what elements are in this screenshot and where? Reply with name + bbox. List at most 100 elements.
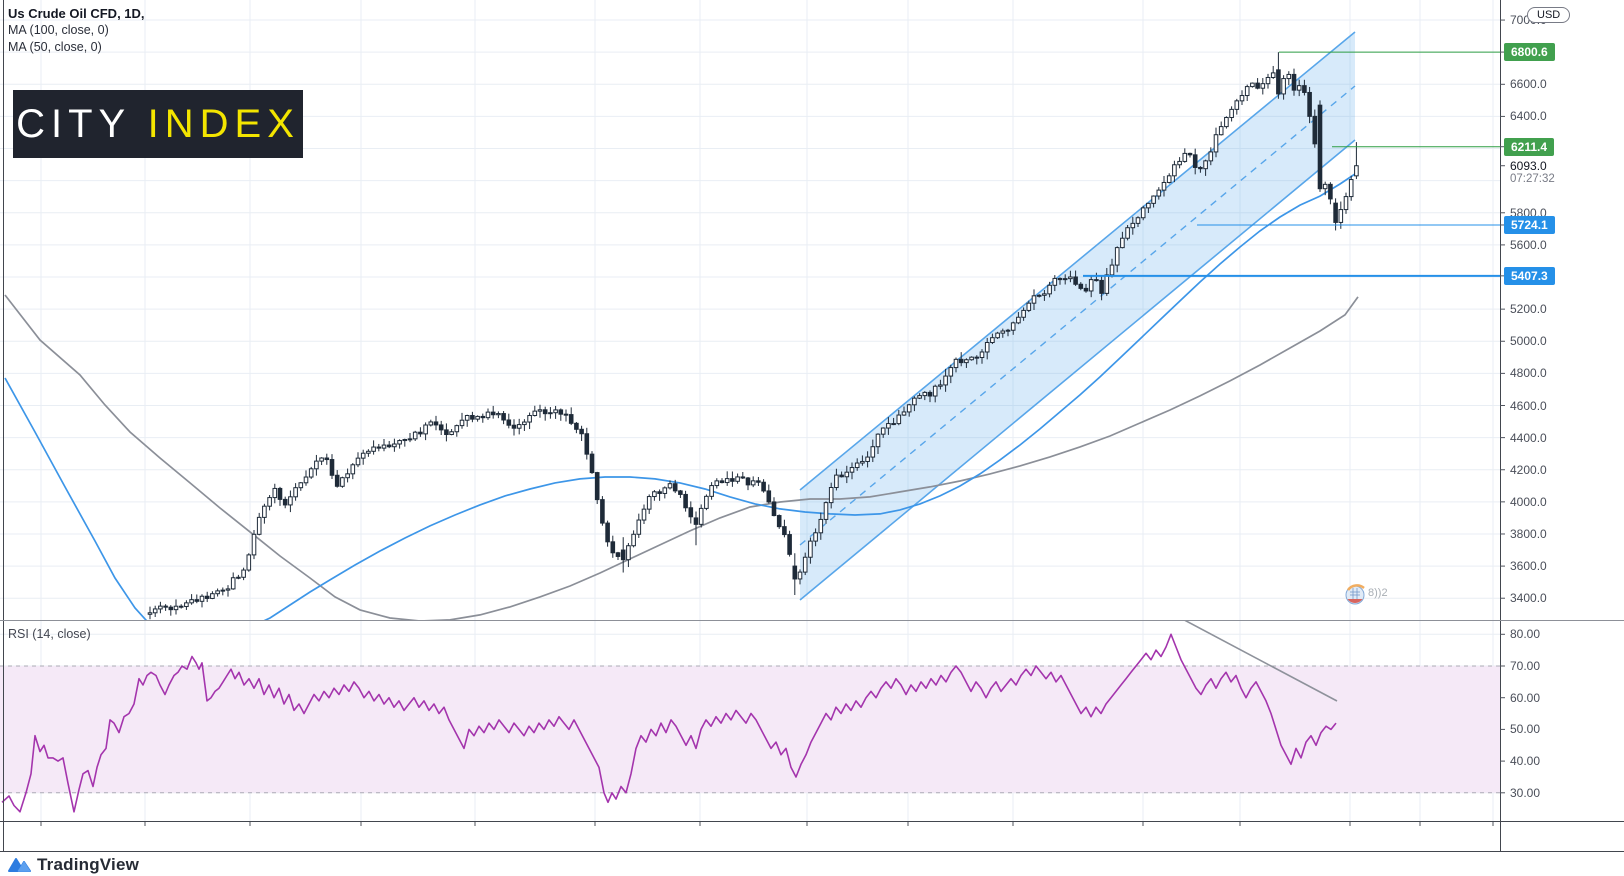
- candle-down: [377, 447, 381, 448]
- tradingview-logo[interactable]: TradingView: [8, 855, 139, 875]
- candle-up: [1069, 277, 1073, 279]
- candle-up: [398, 441, 402, 444]
- candle-up: [1136, 218, 1140, 224]
- candle-up: [450, 432, 454, 435]
- candle-down: [169, 607, 173, 609]
- candle-up: [341, 478, 345, 487]
- price-level-label[interactable]: 6800.6: [1504, 43, 1555, 61]
- candle-up: [944, 376, 948, 385]
- price-level-label[interactable]: 5407.3: [1504, 267, 1555, 285]
- tradingview-mountain-icon: [8, 856, 32, 874]
- candle-up: [819, 519, 823, 532]
- candle-up: [356, 458, 360, 465]
- candle-up: [1027, 303, 1031, 310]
- candle-up: [1219, 127, 1223, 135]
- candle-down: [694, 518, 698, 524]
- candle-down: [1058, 278, 1062, 279]
- tradingview-logo-text: TradingView: [37, 855, 139, 875]
- candle-down: [564, 414, 568, 415]
- candle-up: [486, 412, 490, 418]
- candle-up: [299, 483, 303, 488]
- candle-down: [757, 481, 761, 482]
- price-axis-label: 4600.0: [1510, 399, 1547, 413]
- candle-up: [1043, 294, 1047, 295]
- candle-down: [975, 357, 979, 358]
- candle-up: [247, 555, 251, 570]
- candle-up: [887, 424, 891, 428]
- rsi-indicator-label[interactable]: RSI (14, close): [8, 627, 91, 641]
- candle-up: [309, 469, 313, 477]
- candle-up: [1355, 166, 1359, 176]
- candle-down: [772, 502, 776, 516]
- candle-up: [257, 517, 261, 534]
- price-axis-label: 4800.0: [1510, 366, 1547, 380]
- candle-up: [814, 533, 818, 541]
- candle-up: [835, 475, 839, 487]
- candle-up: [949, 368, 953, 376]
- candle-up: [465, 415, 469, 420]
- candle-down: [783, 527, 787, 535]
- candle-up: [320, 458, 324, 461]
- candle-down: [590, 454, 594, 472]
- price-axis[interactable]: 7000.06600.06400.05800.05600.05200.05000…: [1500, 0, 1624, 821]
- candle-down: [679, 491, 683, 495]
- candle-up: [710, 486, 714, 497]
- currency-badge[interactable]: USD: [1527, 7, 1570, 23]
- price-axis-label: 5600.0: [1510, 238, 1547, 252]
- candle-down: [595, 473, 599, 500]
- city-index-logo: CITY INDEX: [13, 90, 303, 158]
- candle-up: [1178, 161, 1182, 164]
- rsi-axis-label: 30.00: [1510, 786, 1540, 800]
- rsi-axis-label: 50.00: [1510, 722, 1540, 736]
- candle-up: [1141, 208, 1145, 218]
- candle-up: [1261, 84, 1265, 89]
- candle-down: [788, 535, 792, 555]
- price-axis-label: 6400.0: [1510, 109, 1547, 123]
- candle-up: [554, 410, 558, 413]
- trend-channel[interactable]: [800, 32, 1355, 600]
- candle-up: [736, 477, 740, 481]
- time-axis[interactable]: AprMayJunJulAugSepOctNovDec2021FebMarApr…: [0, 822, 1500, 851]
- candle-down: [1313, 116, 1317, 143]
- candle-up: [803, 557, 807, 572]
- candle-up: [850, 468, 854, 473]
- candle-up: [1032, 296, 1036, 303]
- price-level-label[interactable]: 6211.4: [1504, 138, 1554, 156]
- candle-up: [200, 596, 204, 601]
- candle-down: [278, 488, 282, 499]
- candle-up: [273, 488, 277, 497]
- candle-down: [1188, 153, 1192, 154]
- candle-down: [445, 430, 449, 435]
- candle-up: [408, 439, 412, 440]
- candle-up: [289, 497, 293, 505]
- candle-up: [798, 572, 802, 579]
- indicator-ma100-label[interactable]: MA (100, close, 0): [8, 22, 145, 39]
- candle-up: [933, 386, 937, 396]
- candle-up: [965, 360, 969, 363]
- candle-up: [221, 590, 225, 591]
- candle-down: [387, 445, 391, 447]
- candle-down: [720, 481, 724, 483]
- rsi-axis-label: 70.00: [1510, 659, 1540, 673]
- indicator-ma50-label[interactable]: MA (50, close, 0): [8, 39, 145, 56]
- candle-up: [231, 578, 235, 589]
- candle-up: [1271, 73, 1275, 78]
- candle-down: [1095, 280, 1099, 281]
- candle-up: [715, 481, 719, 486]
- candle-down: [601, 500, 605, 523]
- candle-up: [252, 534, 256, 555]
- rsi-band: [0, 666, 1500, 793]
- chart-window: 8))2 Us Crude Oil CFD, 1D, MA (100, clos…: [0, 0, 1624, 876]
- candle-up: [902, 412, 906, 415]
- legend: Us Crude Oil CFD, 1D, MA (100, close, 0)…: [8, 5, 145, 56]
- candle-down: [1079, 284, 1083, 288]
- candle-up: [403, 439, 407, 440]
- candle-up: [1115, 248, 1119, 265]
- candle-up: [242, 570, 246, 577]
- watermark-text: 8))2: [1368, 587, 1388, 599]
- watermark-badge: 8))2: [1346, 585, 1388, 604]
- candle-up: [1147, 203, 1151, 208]
- last-price-label: 6093.007:27:32: [1510, 159, 1555, 185]
- symbol-title[interactable]: Us Crude Oil CFD, 1D,: [8, 5, 145, 22]
- price-level-label[interactable]: 5724.1: [1504, 216, 1555, 234]
